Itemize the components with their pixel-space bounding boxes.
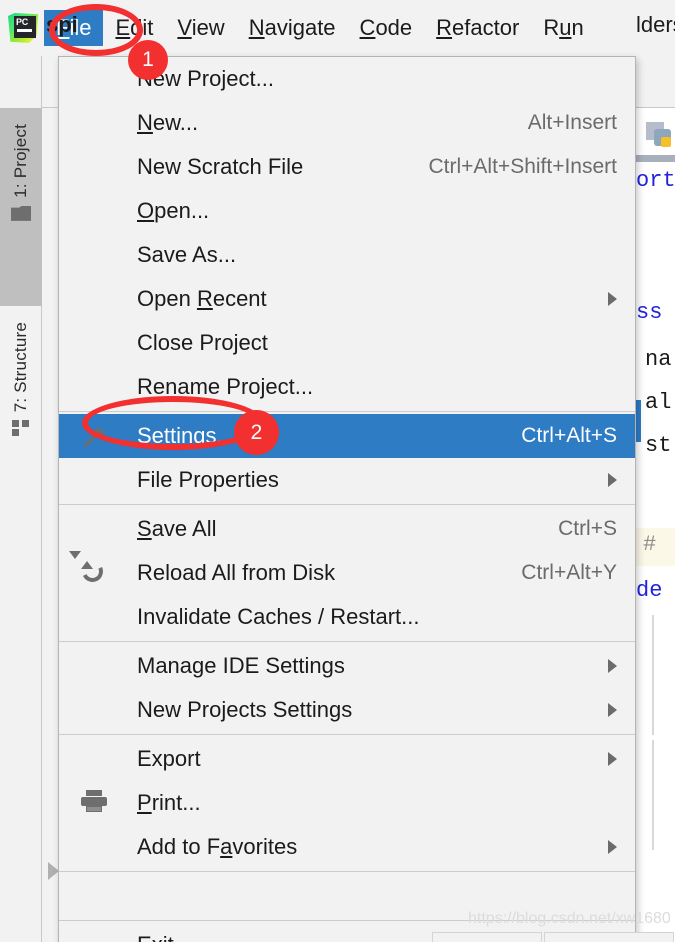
menu-item-open-recent[interactable]: Open Recent (59, 277, 635, 321)
chevron-right-icon (608, 659, 617, 673)
code-token-st: st (645, 433, 672, 458)
structure-icon (12, 420, 30, 437)
menu-item-open-label: Open... (137, 198, 210, 223)
annotation-badge-2: 2 (234, 410, 279, 455)
status-bar-segment-2 (544, 932, 674, 942)
code-token-al: al (645, 390, 672, 415)
menu-item-settings-label: Settings... (137, 423, 235, 448)
menu-item-print[interactable]: Print... (59, 781, 635, 825)
menu-item-invalidate-caches-restart-label: Invalidate Caches / Restart... (137, 604, 420, 629)
sidebar-item-structure-label: 7: Structure (11, 322, 30, 413)
menubar-item-code-rest: ode (375, 15, 413, 40)
menu-item-close-project[interactable]: Close Project (59, 321, 635, 365)
code-token-def: de (636, 578, 663, 603)
annotation-badge-1: 1 (128, 40, 168, 80)
menu-separator-3 (59, 641, 635, 642)
menubar-item-run[interactable]: Run (531, 10, 595, 46)
menu-item-save-all-label: Save All (137, 516, 217, 541)
editor-divider-band (636, 155, 675, 162)
menu-separator-1 (59, 411, 635, 412)
chevron-right-icon (608, 703, 617, 717)
menu-item-new[interactable]: New... Alt+Insert (59, 101, 635, 145)
editor-area[interactable] (636, 108, 675, 942)
menu-item-open-recent-label: Open Recent (137, 286, 267, 311)
menubar-item-view[interactable]: View (165, 10, 236, 46)
print-icon (81, 790, 107, 816)
menu-item-exit-label: Exit (137, 932, 174, 942)
menu-item-print-label: Print... (137, 790, 201, 815)
chevron-right-icon (608, 473, 617, 487)
file-dropdown-menu: New Project... New... Alt+Insert New Scr… (58, 56, 636, 942)
menubar-item-edit[interactable]: Edit (103, 10, 165, 46)
menu-item-save-as[interactable]: Save As... (59, 233, 635, 277)
project-toolbar-leftcol (0, 56, 42, 108)
editor-caret-marker (636, 400, 641, 442)
menubar-item-navigate[interactable]: Navigate (237, 10, 348, 46)
menu-item-new-scratch-file-accel: Ctrl+Alt+Shift+Insert (428, 155, 618, 178)
menu-item-reload-all-from-disk[interactable]: Reload All from Disk Ctrl+Alt+Y (59, 551, 635, 595)
menu-item-invalidate-caches-restart[interactable]: Invalidate Caches / Restart... (59, 595, 635, 639)
code-token-comment: # (643, 532, 657, 557)
menu-item-manage-ide-settings[interactable]: Manage IDE Settings (59, 644, 635, 688)
menu-item-save-all[interactable]: Save All Ctrl+S (59, 507, 635, 551)
menu-item-new-projects-settings[interactable]: New Projects Settings (59, 688, 635, 732)
menu-item-settings[interactable]: Settings... Ctrl+Alt+S (59, 414, 635, 458)
reload-icon (69, 551, 107, 586)
menu-separator-5 (59, 871, 635, 872)
pycharm-window: ort ss na al st # de PC File Edit View N… (0, 0, 675, 942)
menubar-item-refactor-rest: efactor (452, 15, 520, 40)
menu-item-add-to-favorites[interactable]: Add to Favorites (59, 825, 635, 869)
menu-item-file-properties-label: File Properties (137, 467, 279, 492)
menu-item-rename-project[interactable]: Rename Project... (59, 365, 635, 409)
menu-item-add-to-favorites-label: Add to Favorites (137, 834, 298, 859)
menu-separator-2 (59, 504, 635, 505)
menubar-item-refactor[interactable]: Refactor (424, 10, 531, 46)
menu-item-reload-all-from-disk-label: Reload All from Disk (137, 560, 336, 585)
editor-indent-guide-2 (652, 740, 654, 850)
code-token-na: na (645, 347, 672, 372)
menubar-item-code[interactable]: Code (348, 10, 425, 46)
menu-item-export[interactable]: Export (59, 737, 635, 781)
menu-separator-4 (59, 734, 635, 735)
menu-item-new-accel: Alt+Insert (527, 111, 617, 134)
main-menubar: PC File Edit View Navigate Code Refactor… (0, 0, 675, 56)
menu-item-manage-ide-settings-label: Manage IDE Settings (137, 653, 345, 678)
menubar-item-view-rest: iew (191, 15, 225, 40)
wrench-icon (81, 423, 107, 449)
menubar-item-navigate-rest: avigate (264, 15, 336, 40)
watermark-text: https://blog.csdn.net/xw1680 (468, 910, 671, 927)
sidebar-item-project-label: 1: Project (11, 124, 30, 198)
folder-icon (81, 198, 107, 224)
chevron-right-icon (608, 292, 617, 306)
menu-item-settings-accel: Ctrl+Alt+S (521, 424, 617, 447)
chevron-right-icon (608, 752, 617, 766)
save-icon (81, 516, 107, 542)
menu-item-reload-all-from-disk-accel: Ctrl+Alt+Y (521, 561, 617, 584)
code-token-class: ss (636, 300, 663, 325)
menu-item-open[interactable]: Open... (59, 189, 635, 233)
menu-item-rename-project-label: Rename Project... (137, 374, 314, 399)
code-token-import: ort (636, 168, 675, 193)
menu-item-close-project-label: Close Project (137, 330, 268, 355)
pycharm-logo-icon: PC (8, 13, 38, 43)
menu-item-new-scratch-file-label: New Scratch File (137, 154, 304, 179)
sidebar-item-structure[interactable]: 7: Structure (0, 306, 42, 536)
python-file-icon (646, 122, 672, 148)
sidebar-item-project[interactable]: 1: Project (0, 108, 42, 306)
tool-window-bar-left: 1: Project 7: Structure (0, 108, 42, 942)
folders-label: lders (636, 12, 675, 37)
status-bar-segment-1 (432, 932, 542, 942)
project-name-label: spi (46, 12, 78, 37)
menu-item-file-properties[interactable]: File Properties (59, 458, 635, 502)
editor-indent-guide (652, 615, 654, 735)
chevron-right-icon (608, 840, 617, 854)
menubar-item-edit-rest: dit (130, 15, 154, 40)
menu-item-new-projects-settings-label: New Projects Settings (137, 697, 353, 722)
menu-item-save-all-accel: Ctrl+S (558, 517, 617, 540)
menu-item-export-label: Export (137, 746, 201, 771)
menu-item-new-label: New... (137, 110, 199, 135)
menu-item-save-as-label: Save As... (137, 242, 237, 267)
menu-item-new-scratch-file[interactable]: New Scratch File Ctrl+Alt+Shift+Insert (59, 145, 635, 189)
folder-icon (11, 205, 31, 221)
